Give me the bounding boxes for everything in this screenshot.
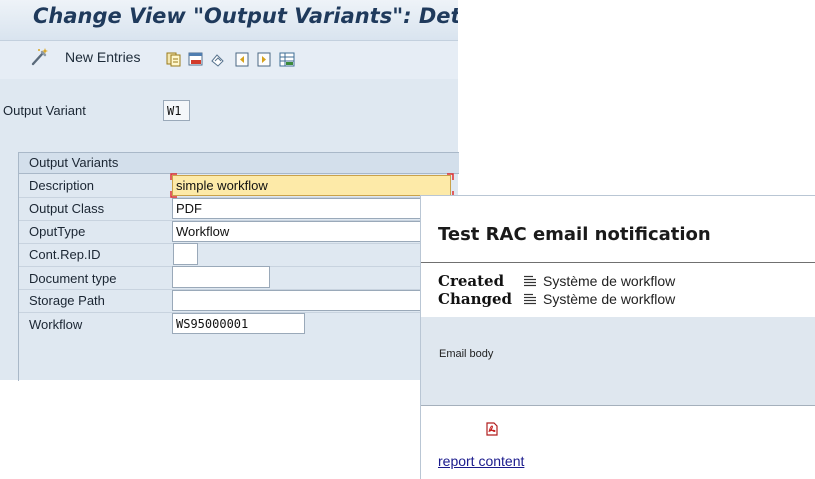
email-body-label: Email body bbox=[439, 348, 494, 360]
notification-title: Test RAC email notification bbox=[438, 224, 711, 245]
created-value: Système de workflow bbox=[543, 273, 676, 289]
storage-path-field[interactable] bbox=[172, 290, 451, 311]
changed-value: Système de workflow bbox=[543, 291, 676, 307]
field-row-output-class: Output Class PDF bbox=[19, 197, 459, 221]
document-type-field[interactable] bbox=[172, 266, 270, 288]
text-document-icon bbox=[524, 275, 536, 287]
created-row: Created Système de workflow bbox=[438, 272, 675, 290]
delete-icon[interactable] bbox=[188, 52, 204, 67]
output-class-field[interactable]: PDF bbox=[172, 198, 451, 219]
cont-rep-id-label: Cont.Rep.ID bbox=[29, 247, 101, 262]
next-entry-icon[interactable] bbox=[256, 52, 272, 67]
document-type-label: Document type bbox=[29, 271, 117, 286]
new-entries-button[interactable]: New Entries bbox=[30, 47, 140, 67]
field-focus-marker bbox=[170, 173, 454, 198]
field-row-output-type: OputType Workflow bbox=[19, 220, 459, 244]
field-row-storage-path: Storage Path bbox=[19, 289, 459, 313]
application-toolbar: New Entries bbox=[0, 40, 458, 80]
group-header: Output Variants bbox=[19, 153, 459, 174]
page-title: Change View "Output Variants": Detail bbox=[33, 4, 458, 28]
field-row-description: Description simple workflow bbox=[19, 173, 459, 198]
output-type-field[interactable]: Workflow bbox=[172, 221, 451, 242]
copy-as-icon[interactable] bbox=[166, 52, 182, 67]
text-document-icon bbox=[524, 293, 536, 305]
magic-wand-icon bbox=[31, 48, 48, 66]
email-notification-panel: Test RAC email notification Created Syst… bbox=[420, 195, 815, 479]
previous-entry-icon[interactable] bbox=[234, 52, 250, 67]
field-row-workflow: Workflow WS95000001 bbox=[19, 312, 459, 335]
output-type-label: OputType bbox=[29, 224, 86, 239]
field-row-document-type: Document type bbox=[19, 266, 459, 290]
group-title: Output Variants bbox=[29, 155, 119, 170]
output-variants-group: Output Variants Description simple workf… bbox=[18, 152, 459, 381]
output-variant-label: Output Variant bbox=[3, 103, 86, 118]
description-label: Description bbox=[29, 178, 95, 193]
new-entries-label: New Entries bbox=[65, 49, 141, 65]
report-content-link[interactable]: report content bbox=[438, 453, 524, 469]
cont-rep-id-field[interactable] bbox=[173, 243, 198, 265]
workflow-label: Workflow bbox=[29, 317, 83, 332]
undo-change-icon[interactable] bbox=[210, 52, 226, 67]
output-variant-field[interactable]: W1 bbox=[163, 100, 190, 121]
changed-label: Changed bbox=[438, 290, 512, 308]
notification-header: Test RAC email notification bbox=[421, 196, 815, 263]
workflow-field[interactable]: WS95000001 bbox=[172, 313, 305, 334]
changed-row: Changed Système de workflow bbox=[438, 290, 675, 308]
notification-meta: Created Système de workflow Changed Syst… bbox=[421, 263, 815, 317]
attachment-area: report content bbox=[421, 406, 815, 479]
output-class-label: Output Class bbox=[29, 201, 105, 216]
email-body-area: Email body bbox=[421, 317, 815, 406]
sap-window: Change View "Output Variants": Detail Ne… bbox=[0, 0, 459, 381]
select-all-icon[interactable] bbox=[279, 52, 295, 67]
pdf-file-icon[interactable] bbox=[486, 422, 498, 436]
storage-path-label: Storage Path bbox=[29, 293, 105, 308]
detail-screen: Output Variant W1 Output Variants Descri… bbox=[0, 79, 459, 381]
created-label: Created bbox=[438, 272, 505, 290]
field-row-cont-rep-id: Cont.Rep.ID bbox=[19, 243, 459, 267]
title-bar: Change View "Output Variants": Detail bbox=[0, 0, 458, 40]
